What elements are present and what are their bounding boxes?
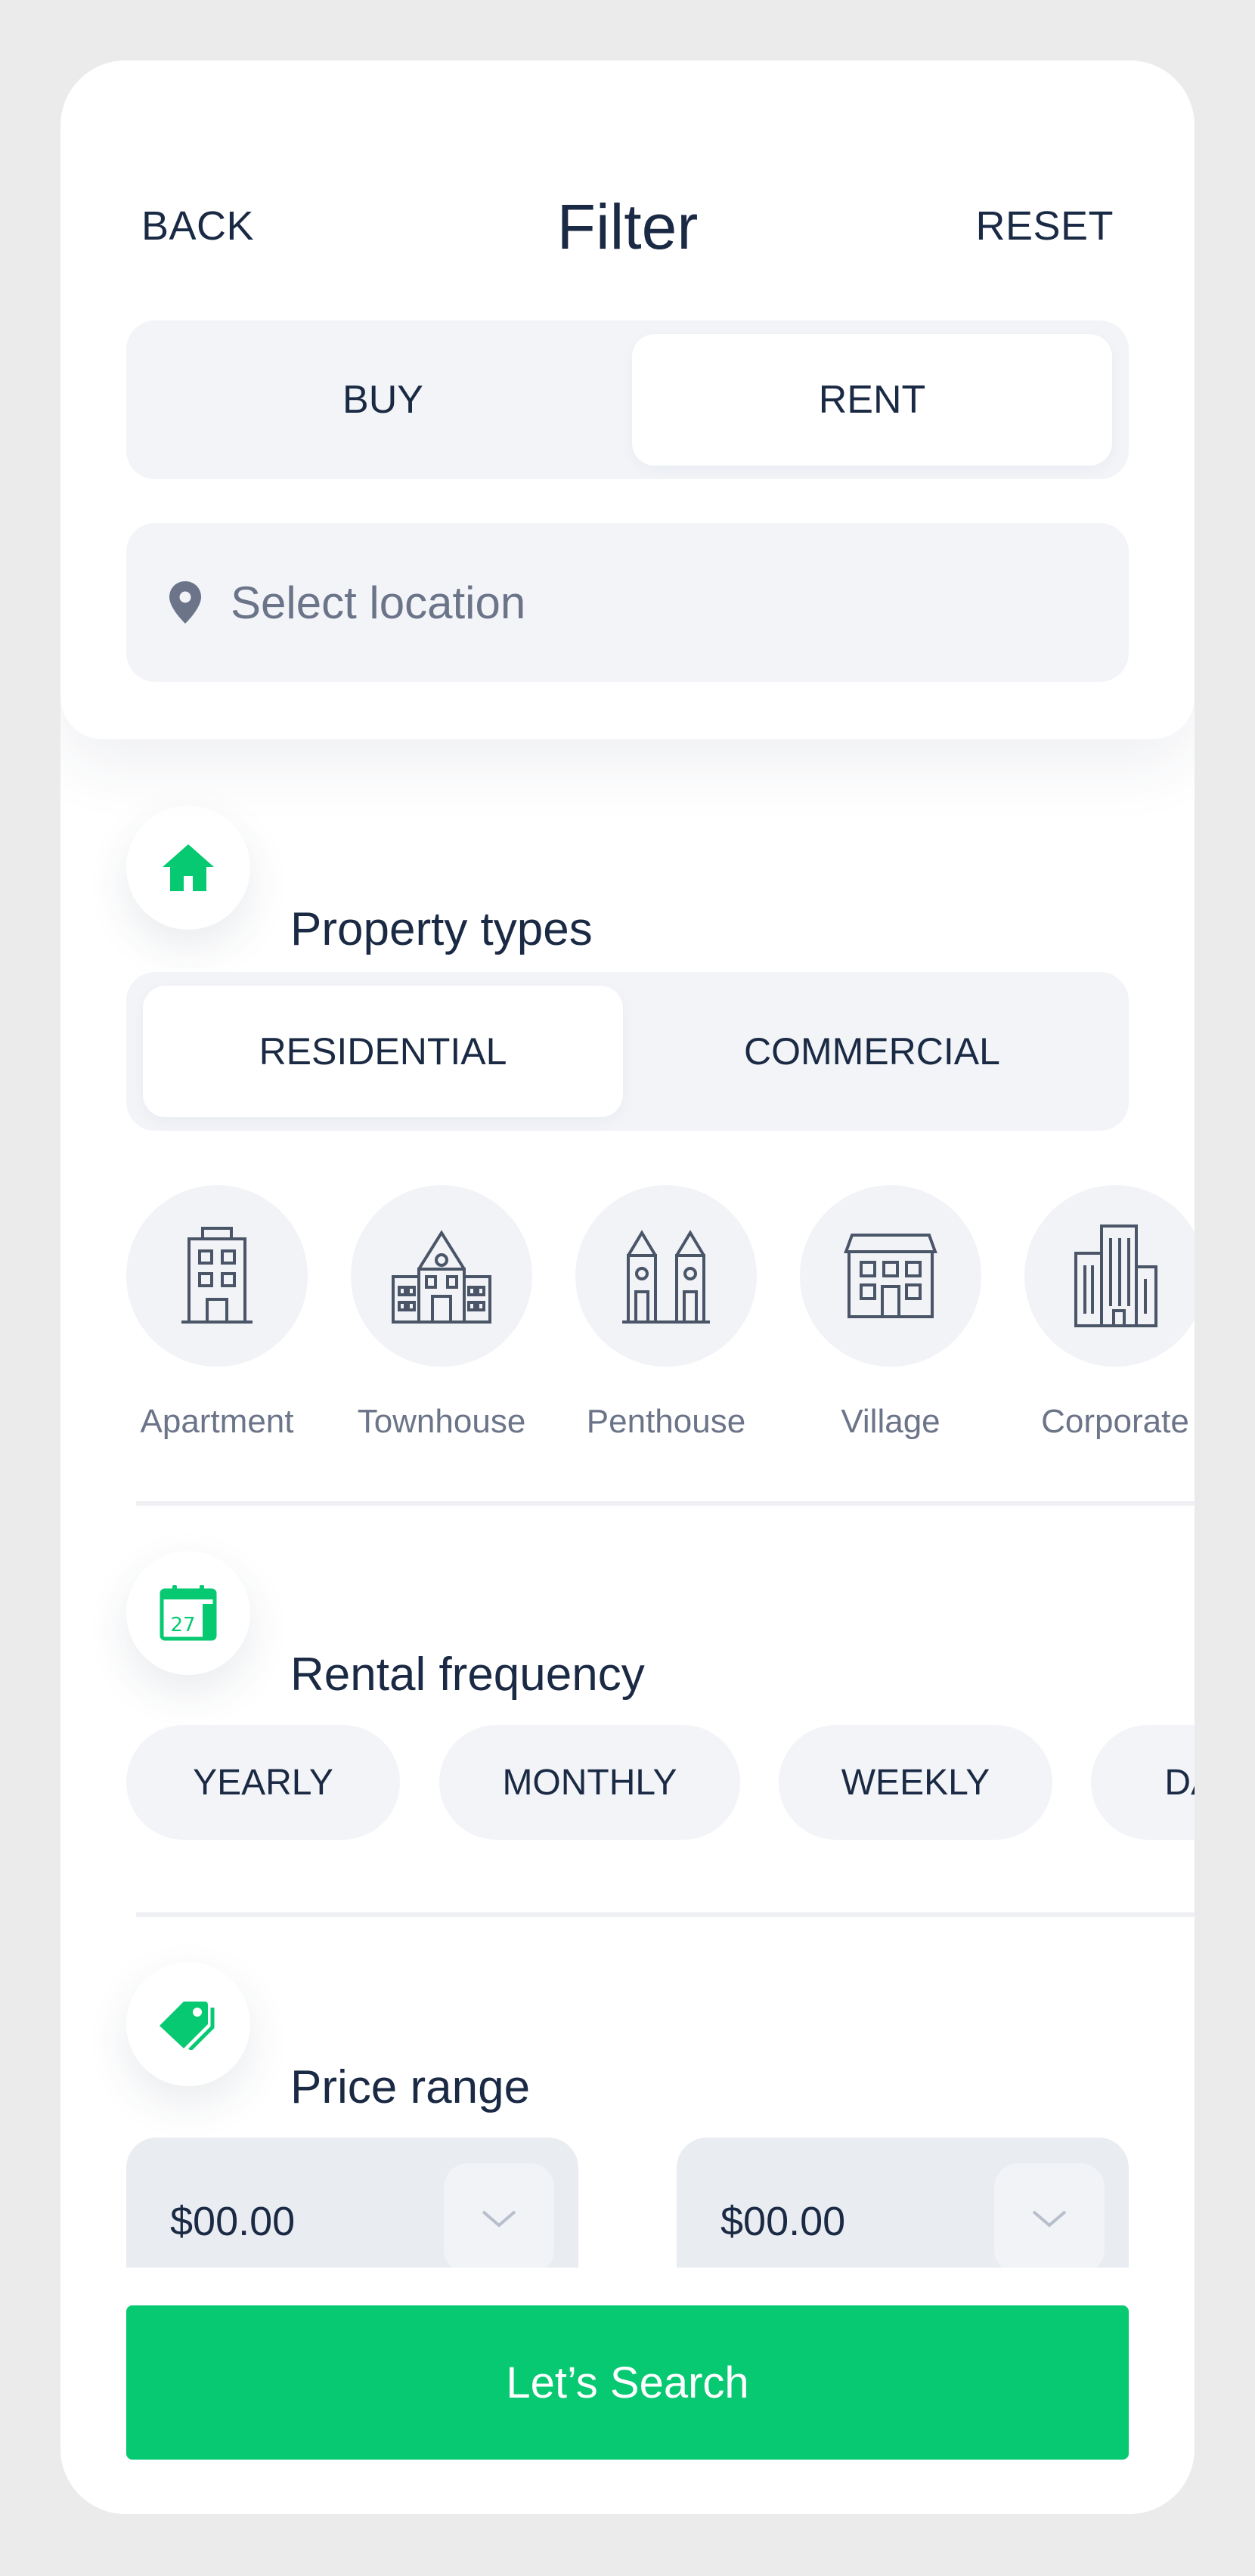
residential-option[interactable]: RESIDENTIAL [143, 986, 623, 1117]
property-type-label: Townhouse [357, 1403, 526, 1440]
property-type-village[interactable]: Village [800, 1185, 981, 1440]
price-range-title: Price range [290, 2061, 531, 2113]
location-placeholder: Select location [231, 577, 526, 628]
daily-chip[interactable]: DAILY [1091, 1725, 1195, 1840]
filter-header-card: BACK Filter RESET BUY RENT Select locati… [60, 60, 1195, 739]
rental-frequency-options: YEARLY MONTHLY WEEKLY DAILY [126, 1725, 1195, 1840]
property-type-label: Corporate [1041, 1403, 1189, 1440]
buy-option[interactable]: BUY [143, 334, 623, 466]
bottom-bar: Let’s Search [60, 2268, 1195, 2514]
property-type-apartment[interactable]: Apartment [126, 1185, 308, 1440]
village-icon [800, 1185, 981, 1367]
location-pin-icon [167, 580, 203, 625]
reset-button[interactable]: RESET [975, 203, 1114, 249]
corporate-icon [1024, 1185, 1195, 1367]
property-category-toggle: RESIDENTIAL COMMERCIAL [126, 972, 1129, 1131]
chevron-down-icon[interactable] [994, 2163, 1105, 2274]
buy-rent-toggle: BUY RENT [126, 320, 1129, 479]
commercial-option[interactable]: COMMERCIAL [632, 986, 1112, 1117]
max-price-value: $00.00 [720, 2199, 846, 2244]
property-type-label: Apartment [140, 1403, 294, 1440]
property-type-townhouse[interactable]: Townhouse [351, 1185, 532, 1440]
section-divider [136, 1912, 1195, 1917]
rental-frequency-title: Rental frequency [290, 1649, 645, 1701]
property-type-list: Apartment Townhouse Penthouse Village Co… [126, 1185, 1195, 1457]
apartment-icon [126, 1185, 308, 1367]
yearly-chip[interactable]: YEARLY [126, 1725, 400, 1840]
home-icon [126, 806, 250, 930]
monthly-chip[interactable]: MONTHLY [439, 1725, 740, 1840]
chevron-down-icon[interactable] [444, 2163, 554, 2274]
rent-option[interactable]: RENT [632, 334, 1112, 466]
property-type-label: Penthouse [586, 1403, 746, 1440]
svg-text:27: 27 [170, 1614, 195, 1636]
property-types-title: Property types [290, 903, 593, 955]
price-tag-icon [126, 1962, 250, 2086]
penthouse-icon [575, 1185, 757, 1367]
property-type-penthouse[interactable]: Penthouse [575, 1185, 757, 1440]
property-type-label: Village [841, 1403, 940, 1440]
weekly-chip[interactable]: WEEKLY [779, 1725, 1052, 1840]
min-price-value: $00.00 [170, 2199, 296, 2244]
search-button[interactable]: Let’s Search [126, 2305, 1129, 2460]
location-field[interactable]: Select location [126, 523, 1129, 682]
section-divider [136, 1501, 1195, 1506]
townhouse-icon [351, 1185, 532, 1367]
calendar-icon: 27 [126, 1551, 250, 1675]
property-type-corporate[interactable]: Corporate [1024, 1185, 1195, 1440]
filter-screen: BACK Filter RESET BUY RENT Select locati… [60, 60, 1195, 2514]
